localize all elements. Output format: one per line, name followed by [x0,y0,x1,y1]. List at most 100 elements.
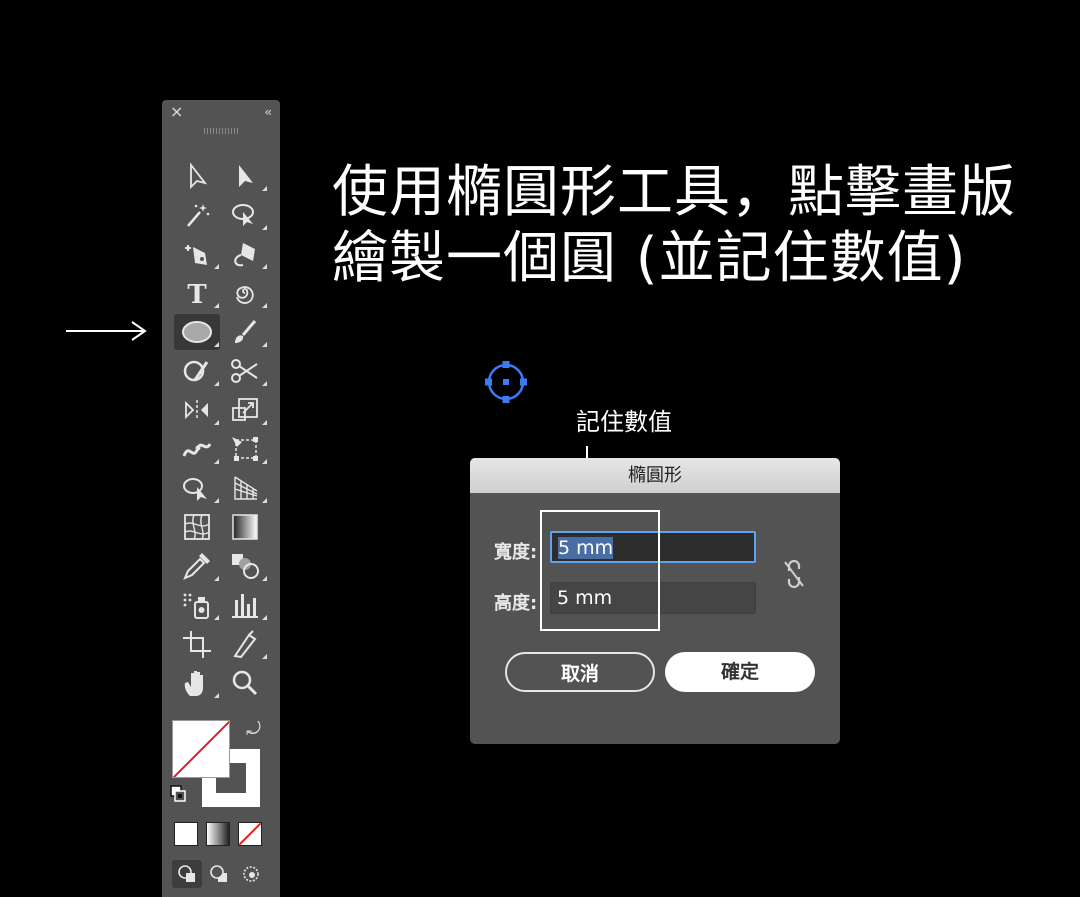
tool-group-indicator [214,693,219,698]
draw-behind-button[interactable] [204,860,234,888]
tool-group-indicator [214,264,219,269]
svg-text:T: T [187,280,207,308]
gradient-mode-button[interactable] [206,822,230,846]
scissors-tool[interactable] [222,353,268,389]
shape-builder-tool[interactable] [174,470,220,506]
ellipse-icon [182,321,212,343]
tool-group-indicator [262,498,267,503]
lasso-icon [232,204,254,226]
paintbrush-icon [235,320,257,343]
tool-group-indicator [262,420,267,425]
cancel-button[interactable]: 取消 [505,652,655,692]
collapse-panel-icon[interactable]: ‹‹ [264,102,271,122]
tool-group-indicator [214,459,219,464]
pen-icon [185,245,207,265]
paintbrush-tool[interactable] [222,314,268,350]
mesh-tool[interactable] [174,509,220,545]
magnifier-icon [232,670,258,696]
fill-stroke-controls: ⤾ [170,715,270,815]
symbol-sprayer-tool[interactable] [174,587,220,623]
headline-line-2: 繪製一個圓 (並記住數值) [332,226,967,291]
drawing-mode-buttons [170,860,270,890]
eyedropper-tool[interactable] [174,548,220,584]
perspective-grid-icon [234,476,258,500]
height-label: 高度: [494,593,538,614]
scale-tool[interactable] [222,392,268,428]
close-panel-icon[interactable]: × [170,102,183,122]
tool-group-indicator [262,186,267,191]
scissors-icon [231,359,258,383]
tool-group-indicator [262,381,267,386]
shaper-tool[interactable] [174,353,220,389]
width-label: 寬度: [494,542,538,563]
panel-grip-handle[interactable] [204,128,238,134]
selection-tool[interactable] [174,158,220,194]
direct-selection-tool[interactable] [222,158,268,194]
free-transform-tool[interactable] [222,431,268,467]
artboard-icon [183,631,211,658]
reflect-icon [185,400,208,420]
tool-group-indicator [262,459,267,464]
tool-group-indicator [262,264,267,269]
artboard-tool[interactable] [174,626,220,662]
ellipse-tool[interactable] [174,314,220,350]
perspective-grid-tool[interactable] [222,470,268,506]
color-mode-buttons [174,822,270,848]
magic-wand-tool[interactable] [174,197,220,233]
tool-group-indicator [214,342,219,347]
tool-group-indicator [262,654,267,659]
drawn-circle-selection[interactable] [482,358,530,406]
draw-normal-button[interactable] [172,860,202,888]
reflect-tool[interactable] [174,392,220,428]
tool-group-indicator [262,303,267,308]
spiral-icon [236,286,254,304]
zoom-tool[interactable] [222,665,268,701]
curvature-tool[interactable] [222,236,268,272]
gradient-icon [232,514,258,540]
color-mode-button[interactable] [174,822,198,846]
type-icon: T [187,280,207,308]
tools-panel-header: × ‹‹ [162,100,280,124]
tool-group-indicator [262,615,267,620]
blend-tool[interactable] [222,548,268,584]
hand-icon [184,671,203,696]
blend-icon [232,554,259,579]
fill-swatch[interactable] [172,720,230,778]
slice-knife-icon [233,630,257,659]
magic-wand-icon [187,204,210,227]
shape-builder-icon [183,478,207,501]
constrain-proportions-icon[interactable] [780,557,808,591]
gradient-tool[interactable] [222,509,268,545]
column-graph-icon [232,594,258,618]
tool-group-indicator [214,576,219,581]
scale-icon [232,398,258,421]
values-highlight-box [540,510,660,631]
swap-fill-stroke-icon[interactable]: ⤾ [246,719,261,740]
dialog-title: 橢圓形 [470,458,840,493]
tool-group-indicator [262,576,267,581]
eyedropper-icon [183,553,210,580]
slice-tool[interactable] [222,626,268,662]
tool-group-indicator [214,420,219,425]
hand-tool[interactable] [174,665,220,701]
tool-group-indicator [214,615,219,620]
tool-group-indicator [262,225,267,230]
lasso-tool[interactable] [222,197,268,233]
width-tool[interactable] [174,431,220,467]
remember-values-label: 記住數值 [576,408,672,436]
type-tool[interactable]: T [174,275,220,311]
width-icon [182,443,212,457]
draw-normal-icon [178,865,195,882]
none-mode-button[interactable] [238,822,262,846]
spiral-tool[interactable] [222,275,268,311]
pen-tool[interactable] [174,236,220,272]
column-graph-tool[interactable] [222,587,268,623]
tool-group-indicator [214,381,219,386]
default-fill-stroke-icon[interactable] [170,785,186,803]
symbol-sprayer-icon [183,593,209,619]
ok-button[interactable]: 確定 [665,652,815,692]
draw-inside-icon [243,866,259,882]
headline-line-1: 使用橢圓形工具，點擊畫版 [332,160,1016,225]
draw-inside-button[interactable] [236,860,266,888]
tools-panel: × ‹‹ T ⤾ [162,100,280,897]
